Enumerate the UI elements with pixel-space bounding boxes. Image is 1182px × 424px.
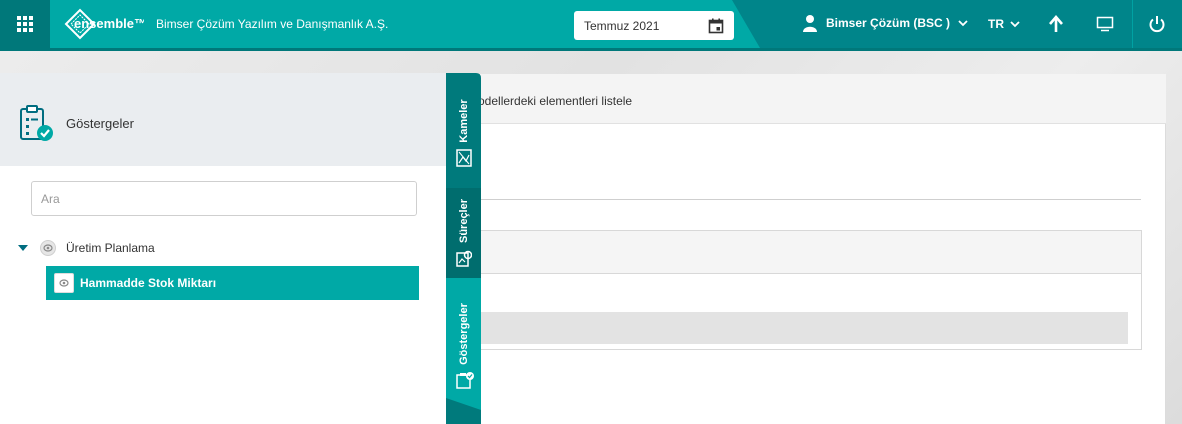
vertical-tab-strip: Kameler Süreçler Göstergeler	[446, 73, 481, 424]
chevron-down-icon	[958, 19, 968, 26]
tab-surecler[interactable]: Süreçler	[446, 188, 481, 278]
company-name: Bimser Çözüm Yazılım ve Danışmanlık A.Ş.	[156, 17, 389, 31]
panel-title: Göstergeler	[66, 116, 134, 131]
tab-label: Süreçler	[457, 198, 470, 244]
tab-more[interactable]	[446, 398, 481, 424]
ensemble-logo[interactable]: ensemble™	[64, 6, 144, 42]
language-code: TR	[988, 17, 1004, 31]
main-toolbar-text: odellerdeki elementleri listele	[478, 94, 633, 108]
tab-gostergeler[interactable]: Göstergeler	[446, 278, 481, 398]
tab-label: Göstergeler	[457, 303, 470, 365]
gallery-icon	[456, 149, 472, 167]
power-icon	[1149, 16, 1165, 33]
tab-more-bg	[446, 398, 481, 424]
search-input[interactable]	[31, 181, 417, 216]
chevron-down-icon	[1010, 20, 1020, 27]
tab-kameler[interactable]: Kameler	[446, 73, 481, 188]
apps-menu-button[interactable]	[0, 0, 50, 48]
node-eye-icon	[40, 240, 56, 256]
tab-label: Kameler	[457, 99, 470, 143]
indicators-clipboard-icon	[20, 105, 53, 141]
content-box-header	[466, 230, 1142, 274]
logo-text: ensemble™	[74, 16, 144, 31]
tree-node-uretim-planlama[interactable]: Üretim Planlama	[18, 238, 155, 258]
date-picker[interactable]: Temmuz 2021	[574, 11, 734, 40]
display-button[interactable]	[1093, 12, 1117, 36]
main-divider	[466, 199, 1141, 200]
node-eye-icon	[54, 273, 74, 293]
user-menu[interactable]: Bimser Çözüm (BSC )	[802, 14, 968, 32]
logout-button[interactable]	[1145, 12, 1169, 36]
language-selector[interactable]: TR	[988, 17, 1020, 31]
apps-grid-icon	[17, 16, 33, 32]
tree-node-hammadde-stok[interactable]: Hammadde Stok Miktarı	[46, 266, 419, 300]
date-value: Temmuz 2021	[584, 18, 660, 33]
content-row	[466, 312, 1128, 344]
indicators-icon	[456, 372, 474, 389]
scroll-top-button[interactable]	[1044, 12, 1068, 36]
process-icon	[456, 250, 472, 267]
tree-node-label: Hammadde Stok Miktarı	[80, 276, 217, 290]
header-separator	[1132, 0, 1133, 48]
monitor-icon	[1096, 16, 1114, 32]
tree-node-label: Üretim Planlama	[66, 241, 155, 255]
arrow-up-icon	[1049, 15, 1063, 32]
user-name: Bimser Çözüm (BSC )	[826, 16, 951, 30]
calendar-icon[interactable]	[708, 18, 724, 34]
caret-down-icon[interactable]	[18, 245, 28, 251]
user-icon	[803, 15, 817, 32]
